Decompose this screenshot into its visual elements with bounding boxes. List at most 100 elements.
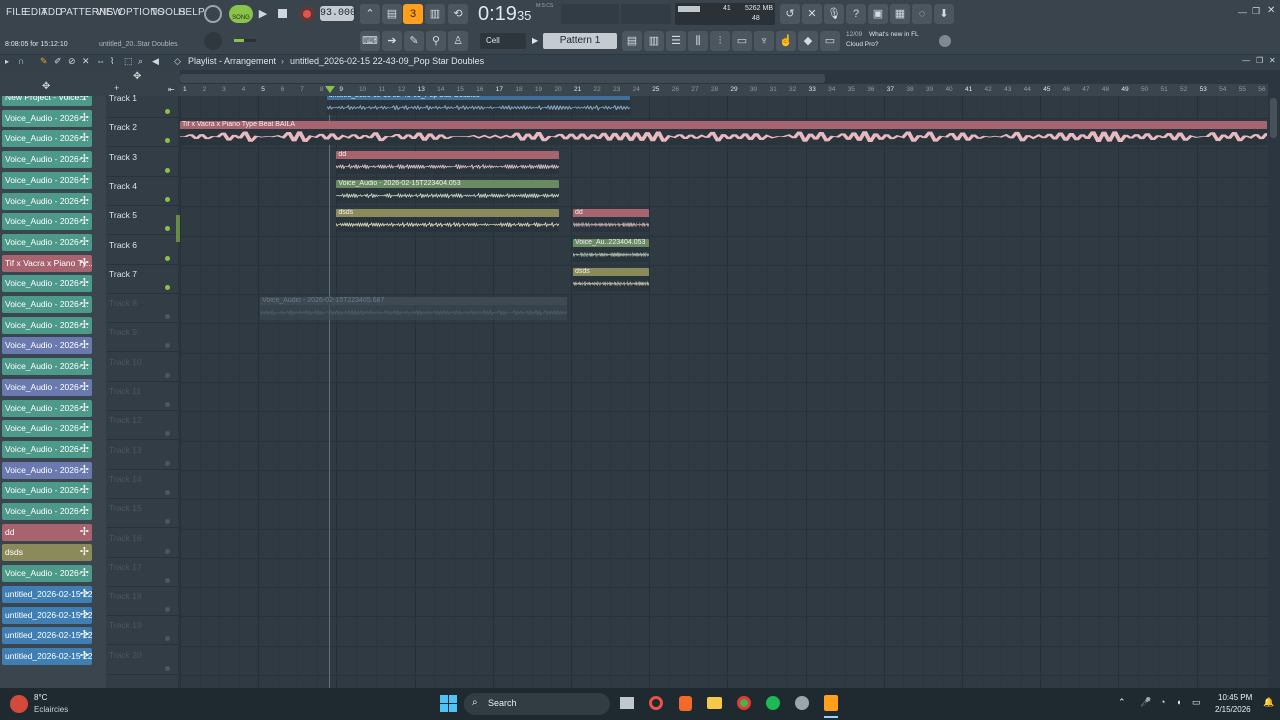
track-mute-led[interactable]	[165, 548, 170, 554]
clipboard-icon[interactable]: ▭	[732, 31, 752, 51]
picker-item[interactable]: dsds ✢	[2, 544, 92, 562]
app-icon[interactable]	[795, 696, 809, 710]
maximize-icon[interactable]: ❐	[1252, 6, 1260, 17]
link-icon[interactable]: ⚲	[426, 31, 446, 51]
opera-icon[interactable]	[649, 696, 663, 710]
save-icon[interactable]: ▣	[868, 4, 888, 24]
picker-item[interactable]: Voice_Audio - 2026-... ✢	[2, 213, 92, 231]
playlist-maximize-icon[interactable]: ❐	[1256, 56, 1263, 65]
track-header[interactable]: Track 20	[106, 646, 178, 675]
picker-item[interactable]: Voice_Audio - 2026-... ✢	[2, 130, 92, 148]
track-mute-led[interactable]	[165, 138, 170, 144]
track-mute-led[interactable]	[165, 314, 170, 320]
track-mute-led[interactable]	[165, 167, 170, 173]
track-header[interactable]: Track 7	[106, 265, 178, 294]
track-mute-led[interactable]	[165, 431, 170, 437]
paint-tool-icon[interactable]: ✐	[54, 56, 62, 67]
track-mute-led[interactable]	[165, 460, 170, 466]
playlist-close-icon[interactable]: ✕	[1269, 56, 1276, 65]
delete-tool-icon[interactable]: ⊘	[68, 56, 76, 67]
clock-time[interactable]: 10:45 PM	[1218, 693, 1252, 702]
picker-item[interactable]: Voice_Audio - 2026-... ✢	[2, 192, 92, 210]
track-header[interactable]: Track 15	[106, 499, 178, 529]
track-header[interactable]: Track 3	[106, 148, 178, 177]
blend-notes-icon[interactable]: ▥	[425, 4, 445, 24]
channel-rack-icon[interactable]: ☰	[666, 31, 686, 51]
fl-studio-icon[interactable]	[824, 695, 838, 711]
audio-clip[interactable]: dd	[336, 150, 560, 174]
pattern-list-icon[interactable]: ✥	[42, 81, 50, 92]
microphone-icon[interactable]: 🎙	[824, 4, 844, 24]
clock-date[interactable]: 2/15/2026	[1215, 705, 1251, 714]
file-explorer-icon[interactable]	[707, 697, 722, 709]
track-header[interactable]: Track 11	[106, 382, 178, 411]
touch-icon[interactable]: ☝	[776, 31, 796, 51]
track-mute-led[interactable]	[165, 489, 170, 495]
track-header[interactable]: Track 1	[106, 89, 178, 118]
picker-item[interactable]: Tif x Vacra x Piano Ty... ✢	[2, 254, 92, 272]
vertical-scrollbar[interactable]	[1268, 96, 1280, 688]
playlist-icon[interactable]: ▤	[622, 31, 642, 51]
minimize-icon[interactable]: —	[1238, 7, 1247, 17]
track-header[interactable]: Track 9	[106, 323, 178, 353]
picker-item[interactable]: dd ✢	[2, 523, 92, 541]
track-mute-led[interactable]	[165, 284, 170, 290]
menu-help[interactable]: HELP	[178, 7, 205, 18]
track-mute-led[interactable]	[165, 255, 170, 261]
master-pitch-slider[interactable]	[234, 39, 256, 42]
eraser-icon[interactable]: ◆	[798, 31, 818, 51]
task-view-icon[interactable]	[620, 697, 634, 709]
loop-record-icon[interactable]: ⟲	[448, 4, 468, 24]
track-mute-led[interactable]	[165, 402, 170, 407]
audio-clip[interactable]: untitled_2026-02-15 22-43-09_Pop Star Do…	[326, 96, 630, 116]
picker-item[interactable]: Voice_Audio - 2026-... ✢	[2, 337, 92, 355]
timeline-ruler[interactable]: 1 2 3 4 5 6 7 8 9 10 11 12 13 14 15 16 17 18 19 20 21 22 23 24 2…	[180, 84, 1268, 96]
undo-icon[interactable]: ↺	[780, 4, 800, 24]
audio-clip[interactable]: Voice_Au..223404.053	[572, 238, 650, 262]
picker-item[interactable]: Voice_Audio - 2026-... ✢	[2, 440, 92, 458]
spotify-icon[interactable]	[766, 696, 780, 710]
magnet-icon[interactable]: ∩	[18, 56, 24, 66]
stop-icon[interactable]	[278, 9, 287, 18]
track-mute-led[interactable]	[165, 372, 170, 378]
track-header[interactable]: Track 12	[106, 411, 178, 441]
panic-icon[interactable]: ✕	[802, 4, 822, 24]
stamp-icon[interactable]: ♙	[448, 31, 468, 51]
track-mute-led[interactable]	[165, 226, 170, 232]
track-header[interactable]: Track 4	[106, 177, 178, 206]
pat-song-knob[interactable]	[204, 5, 222, 23]
picker-item[interactable]: Voice_Audio - 2026-... ✢	[2, 503, 92, 520]
news-text[interactable]: What's new in FL	[869, 31, 919, 38]
playback-tool-icon[interactable]: ◀	[152, 56, 159, 67]
chrome-icon[interactable]	[737, 696, 751, 710]
chat-icon[interactable]: ◌	[912, 4, 932, 24]
pattern-selector-icon[interactable]: ◇	[174, 56, 181, 67]
track-header[interactable]: Track 19	[106, 616, 178, 646]
track-header[interactable]: Track 16	[106, 529, 178, 558]
playhead-marker-icon[interactable]	[325, 86, 335, 93]
picker-item[interactable]: Voice_Audio - 2026-... ✢	[2, 171, 92, 189]
track-header[interactable]: Track 2	[106, 118, 178, 148]
audio-clip[interactable]: dsds	[572, 267, 650, 292]
track-header[interactable]: Track 8	[106, 294, 178, 324]
audio-clip[interactable]: dd	[572, 209, 650, 233]
horizontal-scrollbar[interactable]	[180, 74, 825, 83]
picker-item[interactable]: Voice_Audio - 2026-... ✢	[2, 461, 92, 479]
slice-tool-icon[interactable]: ⌇	[110, 56, 114, 67]
wait-input-icon[interactable]: ▤	[382, 4, 402, 24]
picker-item[interactable]: Voice_Audio - 2026-... ✢	[2, 565, 92, 583]
slip-tool-icon[interactable]: ⇔	[96, 56, 105, 66]
audio-clip[interactable]: Voice_Audio - 2026-02-15T223404.053	[336, 179, 560, 204]
picker-item[interactable]: untitled_2026-02-15 22-...✢	[2, 585, 92, 603]
playlist-minimize-icon[interactable]: —	[1242, 56, 1250, 65]
picker-item[interactable]: Voice_Audio - 2026-... ✢	[2, 275, 92, 293]
picker-item[interactable]: Voice_Audio - 2026-... ✢	[2, 482, 92, 500]
audio-clip[interactable]: Voice_Audio - 2026-02-15T223405.687	[260, 297, 568, 321]
picker-item[interactable]: Voice_Audio - 2026-... ✢	[2, 358, 92, 376]
zoom-tool-icon[interactable]: ⌕	[138, 56, 143, 67]
pencil-icon[interactable]: ✎	[404, 31, 424, 51]
picker-item[interactable]: Voice_Audio - 2026-... ✢	[2, 399, 92, 417]
wifi-icon[interactable]: ◔	[1160, 697, 1165, 707]
pattern-select[interactable]: Pattern 1	[543, 33, 617, 49]
download-icon[interactable]: ⬇	[934, 4, 954, 24]
